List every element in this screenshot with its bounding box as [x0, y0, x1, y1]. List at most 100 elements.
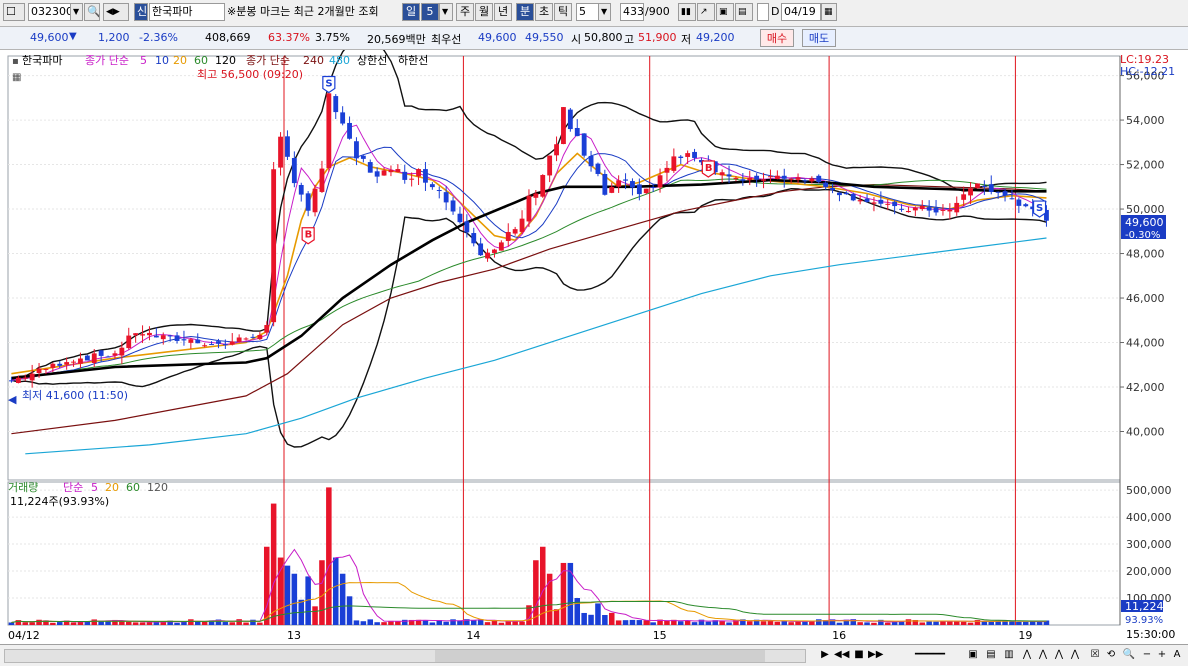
candle-body	[167, 335, 173, 337]
volume-bar	[691, 622, 698, 625]
candle-type-icon[interactable]: ▮▮	[678, 3, 696, 21]
lock-icon[interactable]: ☒	[1088, 648, 1102, 662]
rewind-icon[interactable]: ◀◀	[834, 648, 849, 662]
volume-bar	[222, 622, 229, 625]
search-zoom-icon[interactable]: 🔍	[1122, 648, 1136, 662]
candle-body	[298, 184, 304, 195]
search-icon[interactable]: 🔍	[84, 3, 100, 21]
volume-bar	[595, 603, 601, 625]
candle-body	[968, 188, 973, 196]
candle-body	[823, 182, 829, 188]
trend-icon-1[interactable]: ⋀	[1020, 648, 1034, 662]
candle-body	[1009, 198, 1015, 200]
hc-label: HC:-12.21	[1120, 65, 1175, 78]
volume-bar	[581, 612, 587, 625]
candle-body	[554, 144, 559, 156]
window-menu-icon[interactable]: ☐	[3, 3, 25, 21]
volume-bar	[146, 622, 153, 625]
zoom-out-icon[interactable]: −	[1140, 648, 1154, 662]
candle-body	[153, 335, 159, 338]
legend-handle-icon[interactable]: ▪	[12, 56, 19, 67]
candle-body	[816, 175, 822, 182]
period-second-button[interactable]: 초	[535, 3, 553, 21]
layout-icon[interactable]: ▤	[984, 648, 998, 662]
interval-dropdown-chevron-icon[interactable]: ▼	[598, 3, 611, 21]
period-month-button[interactable]: 월	[475, 3, 493, 21]
candle-body	[802, 180, 808, 182]
trend-icon-3[interactable]: ⋀	[1052, 648, 1066, 662]
chart-scrollbar[interactable]	[4, 649, 806, 663]
candle-body	[843, 192, 849, 195]
volume-bar	[505, 621, 512, 625]
stock-name-field[interactable]: 한국파마	[149, 3, 225, 21]
zoom-in-icon[interactable]: +	[1155, 648, 1169, 662]
reset-icon[interactable]: ⟲	[1104, 648, 1118, 662]
period-day-button[interactable]: 일	[402, 3, 420, 21]
scrollbar-thumb[interactable]	[435, 650, 765, 662]
save-icon[interactable]: ▣	[716, 3, 734, 21]
last-volume-pct-label: 93.93%	[1125, 615, 1163, 626]
candle-body	[140, 334, 145, 336]
vol-legend-ma60: 60	[126, 481, 140, 494]
candle-body	[850, 193, 856, 201]
period-num-field[interactable]: 5	[421, 3, 439, 21]
period-week-button[interactable]: 주	[456, 3, 474, 21]
signal-marker-label: B	[705, 163, 713, 174]
candle-body	[360, 155, 366, 159]
candle-body	[319, 168, 325, 192]
candle-body	[630, 181, 635, 188]
stock-chart[interactable]: S B B S 40,000 42,000 44,000 46,000 48,000 50,00…	[0, 50, 1188, 644]
volume-bar	[125, 621, 132, 625]
count-input[interactable]: 433	[620, 3, 644, 21]
candle-body	[830, 187, 835, 191]
candle-body	[354, 141, 359, 159]
candle-body	[761, 179, 766, 181]
volume-bar	[857, 622, 863, 625]
volume-bar	[401, 619, 408, 625]
period-year-button[interactable]: 년	[494, 3, 512, 21]
last-change-label: -0.30%	[1125, 230, 1160, 241]
candle-body	[91, 353, 97, 363]
candle-body	[326, 93, 332, 168]
candle-body	[857, 200, 863, 202]
scroll-play-icon[interactable]: ▶	[818, 648, 832, 662]
date-input[interactable]: 04/19	[781, 3, 821, 21]
volume-bar	[70, 622, 77, 625]
volume-bar	[326, 487, 332, 625]
drawing-tool-icon[interactable]: ↗	[697, 3, 715, 21]
candle-body	[374, 171, 380, 177]
fast-forward-icon[interactable]: ▶▶	[868, 648, 883, 662]
buy-button[interactable]: 매수	[760, 29, 794, 47]
split-icon[interactable]: ▥	[1002, 648, 1016, 662]
quote-bar: 49,600 ▼ 1,200 -2.36% 408,669 63.37% 3.7…	[0, 27, 1188, 50]
period-minute-button[interactable]: 분	[516, 3, 534, 21]
calendar-icon[interactable]: ▦	[821, 3, 837, 21]
volume-bar	[788, 622, 794, 625]
date-checkbox[interactable]	[757, 3, 769, 21]
trend-icon-4[interactable]: ⋀	[1068, 648, 1082, 662]
chart-settings-icon[interactable]: ▣	[966, 648, 980, 662]
auto-icon[interactable]: A	[1170, 648, 1184, 662]
print-icon[interactable]: ▤	[735, 3, 753, 21]
code-dropdown-chevron-icon[interactable]: ▼	[70, 3, 83, 21]
sell-button[interactable]: 매도	[802, 29, 836, 47]
vol-legend-ma5: 5	[91, 481, 98, 494]
volume-bar	[615, 620, 622, 625]
period-tick-button[interactable]: 틱	[554, 3, 572, 21]
candle-body	[678, 156, 684, 159]
zoom-slider[interactable]: ━━━━━	[900, 648, 960, 662]
volume-bar	[726, 622, 732, 625]
volume-ratio: 63.37%	[268, 31, 310, 44]
trend-icon-2[interactable]: ⋀	[1036, 648, 1050, 662]
candle-body	[471, 233, 477, 244]
candle-body	[795, 177, 801, 180]
volume-bar	[898, 621, 905, 625]
volume-bar	[8, 622, 15, 625]
stop-icon[interactable]: ■	[852, 648, 866, 662]
volume-bar	[346, 596, 353, 625]
prev-next-icon[interactable]: ◀▶	[103, 3, 129, 21]
table-toggle-icon[interactable]: ▦	[12, 72, 21, 83]
best-ask: 49,550	[525, 31, 564, 44]
period-dropdown-chevron-icon[interactable]: ▼	[439, 3, 453, 21]
candle-body	[43, 368, 49, 370]
